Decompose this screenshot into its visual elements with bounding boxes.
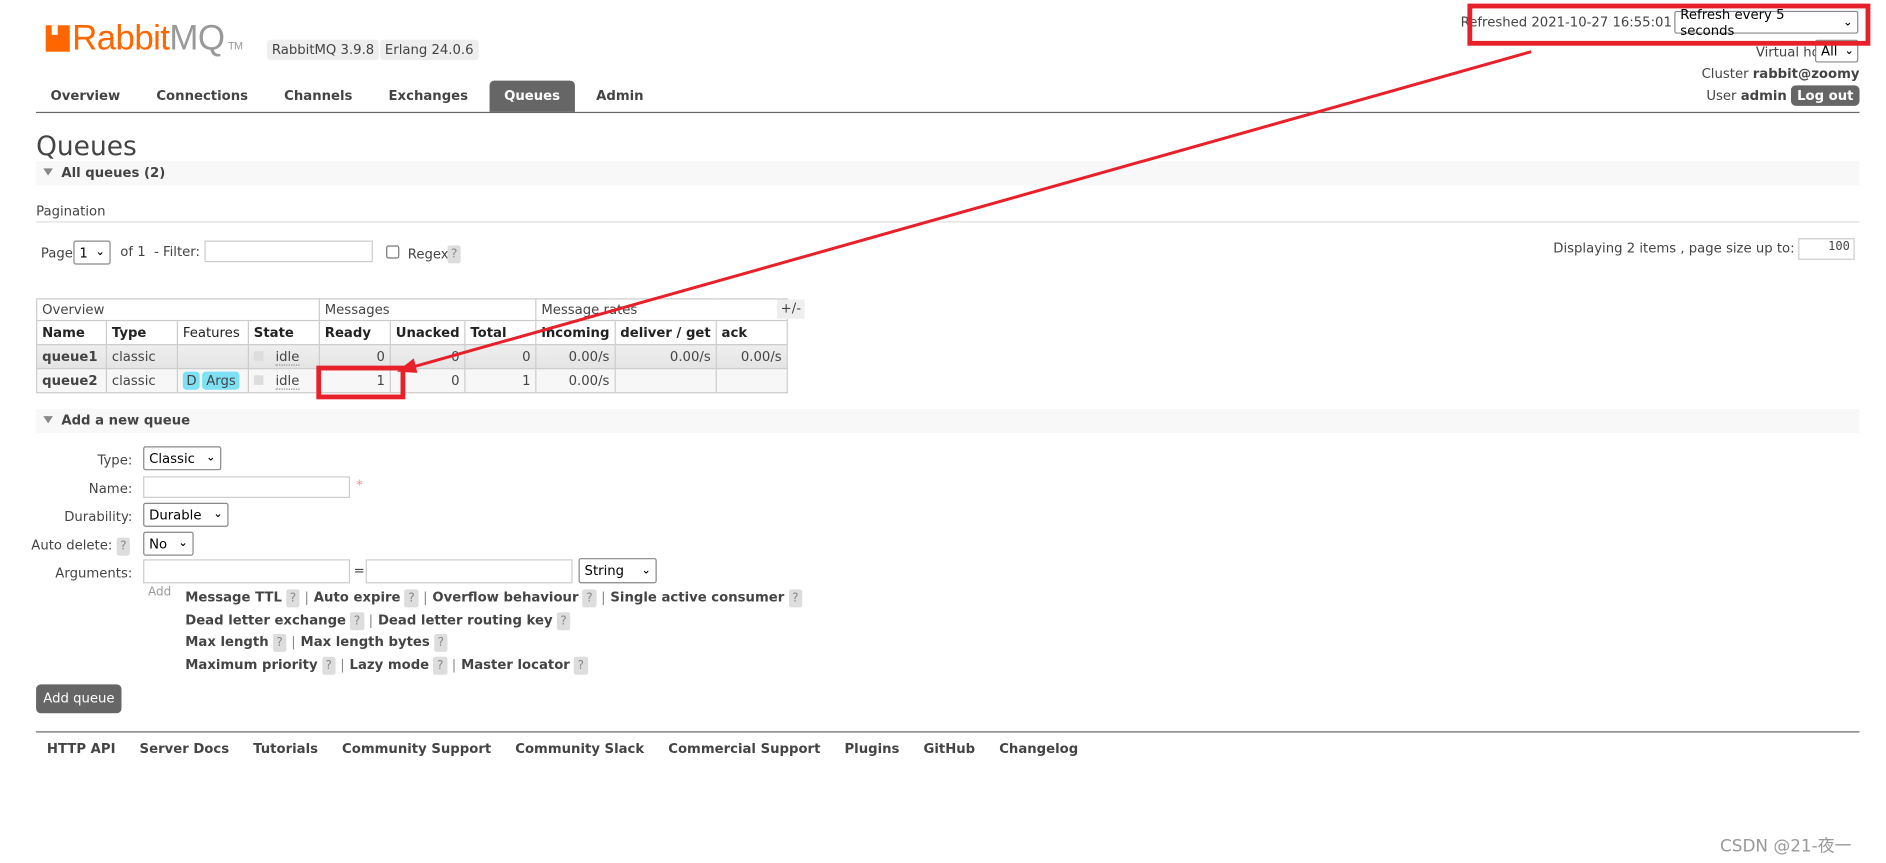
annotation-box-ready: [316, 365, 406, 400]
annotation-box-refresh: [1467, 3, 1871, 46]
annotation-arrow-line: [408, 50, 1532, 370]
watermark: CSDN @21-夜一: [1720, 837, 1852, 857]
annotation-overlay: [316, 3, 1871, 400]
